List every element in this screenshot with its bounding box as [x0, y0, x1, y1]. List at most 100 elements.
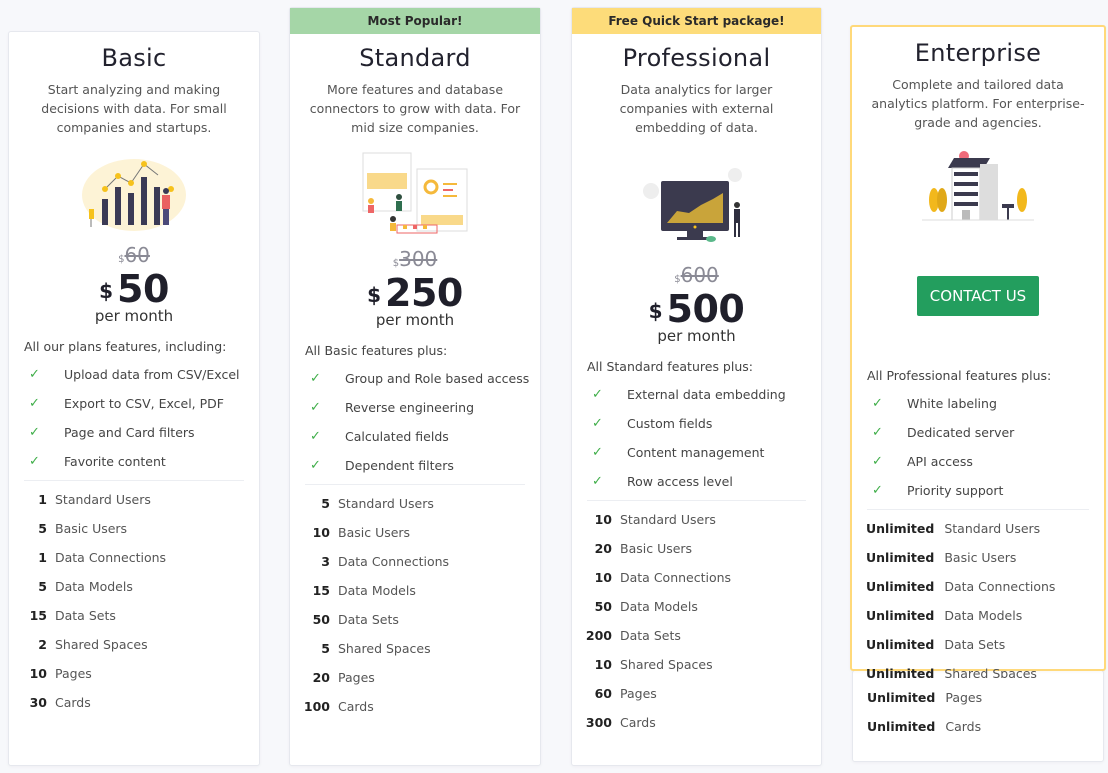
- feature-item: ✓ Dedicated server: [872, 418, 1104, 447]
- plan-description: Data analytics for larger companies with…: [619, 82, 774, 135]
- limit-item: 60 Pages: [594, 686, 657, 701]
- limit-item: 50 Data Sets: [312, 612, 399, 627]
- divider: [305, 484, 525, 485]
- limit-item: 20 Pages: [312, 670, 375, 685]
- feature-item: ✓ Calculated fields: [310, 422, 540, 451]
- check-icon: ✓: [310, 458, 321, 473]
- plan-title: Enterprise: [914, 39, 1042, 67]
- limit-item: 5 Shared Spaces: [321, 641, 431, 656]
- limit-item: 50 Data Models: [594, 599, 698, 614]
- dashboard-team-illustration: [362, 152, 468, 234]
- feature-list: ✓ White labeling ✓ Dedicated server ✓ API a…: [872, 389, 1104, 505]
- check-icon: ✓: [592, 387, 603, 402]
- divider: [587, 500, 806, 501]
- billing-period: per month: [375, 311, 455, 329]
- feature-item: ✓ Row access level: [592, 467, 821, 496]
- limit-item: 20 Basic Users: [594, 541, 693, 556]
- check-icon: ✓: [592, 416, 603, 431]
- monitor-chart-illustration: [642, 168, 742, 242]
- check-icon: ✓: [872, 483, 883, 498]
- limit-item: Unlimited Data Models: [866, 608, 1023, 623]
- check-icon: ✓: [592, 445, 603, 460]
- plan-card-basic: Basic Start analyzing and making decisio…: [8, 31, 260, 766]
- check-icon: ✓: [872, 396, 883, 411]
- plan-title: Standard: [359, 44, 471, 72]
- limit-item: 1 Data Connections: [38, 550, 167, 565]
- limit-item: 10 Shared Spaces: [594, 657, 713, 672]
- limit-item: 10 Data Connections: [594, 570, 732, 585]
- most-popular-banner: Most Popular!: [290, 8, 540, 34]
- limit-item: 5 Data Models: [38, 579, 133, 594]
- limits-list: 1 Standard Users 5 Basic Users 1 Data Conne…: [9, 485, 259, 717]
- limit-item: Unlimited Standard Users: [866, 521, 1041, 536]
- feature-item: ✓ Content management: [592, 438, 821, 467]
- feature-item: ✓ Export to CSV, Excel, PDF: [29, 389, 259, 418]
- check-icon: ✓: [310, 400, 321, 415]
- check-icon: ✓: [29, 425, 40, 440]
- check-icon: ✓: [310, 429, 321, 444]
- feature-item: ✓ Priority support: [872, 476, 1104, 505]
- limits-list: Unlimited Standard Users Unlimited Basic U…: [852, 514, 1104, 678]
- bar-chart-person-illustration: [82, 159, 186, 231]
- building-illustration: [922, 151, 1034, 221]
- check-icon: ✓: [872, 425, 883, 440]
- limits-list: 10 Standard Users 20 Basic Users 10 Data Co…: [572, 505, 821, 737]
- limit-item: 300 Cards: [585, 715, 656, 730]
- contact-us-button[interactable]: CONTACT US: [917, 276, 1039, 316]
- check-icon: ✓: [310, 371, 321, 386]
- limit-item: 10 Basic Users: [312, 525, 411, 540]
- limits-list-overflow: Unlimited Pages Unlimited Cards: [853, 683, 1103, 741]
- divider: [867, 509, 1089, 510]
- plan-description: Complete and tailored data analytics pla…: [871, 77, 1085, 130]
- limit-item: Unlimited Data Sets: [866, 637, 1006, 652]
- features-intro: All Standard features plus:: [587, 359, 753, 374]
- features-intro: All Professional features plus:: [867, 368, 1052, 383]
- limit-item: 15 Data Models: [312, 583, 416, 598]
- limit-item: 100 Cards: [303, 699, 374, 714]
- price: $50: [99, 267, 169, 311]
- original-price: $600: [674, 263, 719, 287]
- feature-item: ✓ White labeling: [872, 389, 1104, 418]
- limit-item: 10 Standard Users: [594, 512, 716, 527]
- feature-item: ✓ Group and Role based access: [310, 364, 540, 393]
- feature-list: ✓ External data embedding ✓ Custom fields …: [592, 380, 821, 496]
- limit-item: 1 Standard Users: [38, 492, 151, 507]
- limit-item: 30 Cards: [29, 695, 91, 710]
- feature-item: ✓ Reverse engineering: [310, 393, 540, 422]
- plan-card-enterprise: Enterprise Complete and tailored data an…: [850, 25, 1106, 678]
- feature-list: ✓ Group and Role based access ✓ Reverse en…: [310, 364, 540, 480]
- check-icon: ✓: [29, 396, 40, 411]
- limit-item: 5 Standard Users: [321, 496, 434, 511]
- check-icon: ✓: [872, 454, 883, 469]
- plan-title: Professional: [622, 44, 771, 72]
- limit-item: Unlimited Basic Users: [866, 550, 1017, 565]
- limit-item: 15 Data Sets: [29, 608, 116, 623]
- plan-description: More features and database connectors to…: [309, 82, 521, 135]
- quick-start-banner: Free Quick Start package!: [572, 8, 821, 34]
- feature-item: ✓ Favorite content: [29, 447, 259, 476]
- limit-item: Unlimited Shared Spaces: [866, 666, 1037, 678]
- price: $250: [367, 271, 463, 315]
- limit-item: 200 Data Sets: [585, 628, 681, 643]
- price: $500: [648, 287, 745, 331]
- check-icon: ✓: [29, 454, 40, 469]
- limit-item: 10 Pages: [29, 666, 92, 681]
- original-price: $60: [118, 243, 150, 267]
- feature-item: ✓ API access: [872, 447, 1104, 476]
- limits-list: 5 Standard Users 10 Basic Users 3 Data Conn…: [290, 489, 540, 721]
- check-icon: ✓: [29, 367, 40, 382]
- limit-item: Unlimited Cards: [867, 719, 982, 734]
- feature-item: ✓ External data embedding: [592, 380, 821, 409]
- check-icon: ✓: [592, 474, 603, 489]
- billing-period: per month: [94, 307, 174, 325]
- feature-list: ✓ Upload data from CSV/Excel ✓ Export to C…: [29, 360, 259, 476]
- limit-item: 5 Basic Users: [38, 521, 128, 536]
- billing-period: per month: [657, 327, 736, 345]
- limit-item: 2 Shared Spaces: [38, 637, 148, 652]
- plan-card-enterprise-overflow: Unlimited Pages Unlimited Cards: [852, 670, 1104, 762]
- feature-item: ✓ Page and Card filters: [29, 418, 259, 447]
- feature-item: ✓ Custom fields: [592, 409, 821, 438]
- feature-item: ✓ Upload data from CSV/Excel: [29, 360, 259, 389]
- limit-item: Unlimited Pages: [867, 690, 983, 705]
- features-intro: All Basic features plus:: [305, 343, 448, 358]
